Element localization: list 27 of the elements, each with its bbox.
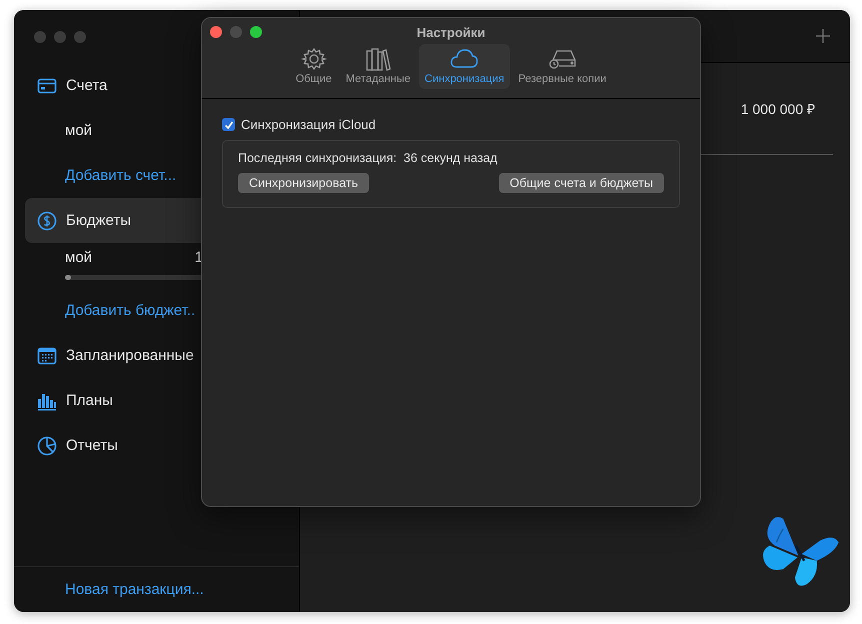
calendar-icon	[37, 346, 57, 366]
sidebar-item[interactable]: Планы	[25, 378, 299, 423]
toolbar-tab[interactable]: Синхронизация	[418, 44, 510, 89]
new-transaction-link[interactable]: Новая транзакция...	[65, 581, 204, 598]
account-balance: 1 000 000 ₽	[740, 100, 815, 118]
toolbar-tab[interactable]: Общие	[290, 44, 338, 89]
sidebar-item[interactable]: Запланированные	[25, 333, 299, 378]
zoom-button[interactable]	[250, 26, 262, 38]
window-title: Настройки	[416, 25, 486, 40]
sync-button[interactable]: Синхронизировать	[238, 173, 369, 193]
gear-icon	[298, 47, 329, 71]
pie-chart-icon	[37, 436, 57, 456]
add-icon[interactable]	[816, 29, 830, 43]
checkbox[interactable]	[222, 118, 235, 131]
budget-name[interactable]: мой	[65, 249, 92, 266]
shared-button[interactable]: Общие счета и бюджеты	[498, 173, 664, 193]
last-sync-text: Последняя синхронизация: 36 секунд назад	[238, 151, 498, 165]
toolbar-tab[interactable]: Резервные копии	[512, 44, 612, 89]
toolbar-tab[interactable]: Метаданные	[340, 44, 417, 89]
sidebar-item[interactable]: Отчеты	[25, 423, 299, 468]
dollar-icon	[37, 210, 57, 230]
add-link[interactable]: Добавить счет...	[65, 167, 176, 184]
card-icon	[37, 76, 57, 96]
checkbox-label: Синхронизация iCloud	[241, 117, 376, 132]
close-button[interactable]	[210, 26, 222, 38]
account-name[interactable]: мой	[65, 122, 92, 139]
add-link[interactable]: Добавить бюджет..	[65, 302, 196, 319]
